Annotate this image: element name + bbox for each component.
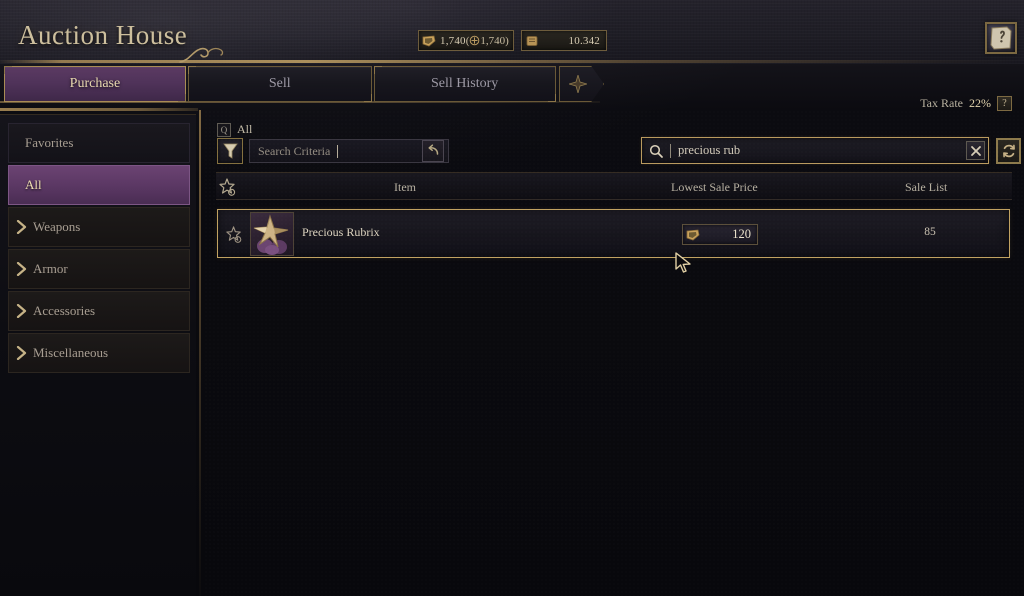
column-header-sale-list: Sale List — [905, 180, 948, 194]
sidebar-item-label: All — [25, 177, 42, 192]
star-add-icon[interactable] — [218, 177, 238, 197]
sidebar-item-label: Armor — [33, 261, 68, 276]
category-badge-icon: Q — [217, 122, 231, 137]
search-caret-divider — [670, 143, 671, 158]
main-tab-bar: Purchase Sell Sell History — [3, 66, 604, 102]
sidebar-item-label: Weapons — [33, 219, 81, 234]
undo-reset-icon[interactable] — [422, 140, 444, 162]
solar-amount: 1,740 — [440, 34, 466, 47]
solar-bound-amount: 1,740) — [480, 34, 509, 47]
auction-house-window: Auction House 1,740 ( 1,740) 10.342 Purc… — [0, 0, 1024, 596]
search-criteria-row: Search Criteria — [217, 138, 449, 164]
solar-currency-pill: 1,740 ( 1,740) — [418, 30, 514, 51]
search-row: precious rub — [641, 137, 1021, 164]
search-input-box[interactable]: precious rub — [641, 137, 989, 164]
shell-coin-icon — [422, 35, 436, 46]
gold-currency-pill: 10.342 — [521, 30, 607, 51]
diamond-star-ornament-icon — [568, 75, 587, 93]
funnel-filter-icon[interactable] — [217, 138, 243, 164]
tab-sell-label: Sell — [268, 76, 291, 91]
results-table-header: Item Lowest Sale Price Sale List — [216, 172, 1012, 200]
sidebar-divider — [199, 110, 201, 596]
tax-rate-info: Tax Rate 22% ? — [920, 96, 1012, 111]
sidebar-item-all[interactable]: All — [8, 165, 190, 205]
table-row[interactable]: Precious Rubrix 120 85 — [217, 209, 1010, 258]
help-book-icon[interactable] — [985, 22, 1017, 54]
star-add-icon[interactable] — [225, 225, 244, 244]
sidebar-item-favorites[interactable]: Favorites — [8, 123, 190, 163]
gold-pouch-icon — [526, 35, 538, 46]
tax-rate-label: Tax Rate — [920, 96, 963, 110]
search-criteria-placeholder: Search Criteria — [258, 143, 331, 158]
sidebar-item-weapons[interactable]: Weapons — [8, 207, 190, 247]
chevron-right-icon — [16, 346, 27, 360]
sidebar-item-label: Accessories — [33, 303, 96, 318]
breadcrumb: Q All — [217, 122, 252, 137]
sidebar-item-label: Favorites — [25, 135, 74, 150]
header-flourish-ornament — [179, 47, 224, 63]
tab-purchase[interactable]: Purchase — [3, 66, 186, 102]
search-input-value: precious rub — [678, 143, 741, 157]
breadcrumb-label: All — [237, 122, 253, 136]
page-title: Auction House — [18, 20, 188, 50]
tax-rate-value: 22% — [969, 96, 991, 110]
tab-bar-end-ornament — [558, 66, 604, 102]
lowest-sale-price-cell: 120 — [682, 224, 758, 245]
sidebar-item-accessories[interactable]: Accessories — [8, 291, 190, 331]
search-criteria-input[interactable]: Search Criteria — [249, 139, 449, 163]
close-x-icon[interactable] — [966, 141, 985, 160]
shell-coin-icon — [686, 229, 700, 240]
sidebar-top-rule — [0, 108, 198, 111]
sidebar-item-miscellaneous[interactable]: Miscellaneous — [8, 333, 190, 373]
chevron-right-icon — [16, 304, 27, 318]
chevron-right-icon — [16, 220, 27, 234]
magnifier-icon — [649, 144, 663, 158]
refresh-circular-arrows-icon[interactable] — [996, 137, 1021, 164]
text-caret — [337, 144, 339, 158]
tax-help-question-icon[interactable]: ? — [997, 96, 1012, 111]
tab-sell-history[interactable]: Sell History — [373, 66, 556, 102]
bound-currency-icon — [470, 35, 480, 46]
lowest-sale-price-value: 120 — [732, 227, 751, 241]
gold-amount: 10.342 — [568, 34, 600, 47]
category-sidebar: Favorites All Weapons Armor Accessories — [0, 114, 196, 596]
tab-sell[interactable]: Sell — [187, 66, 372, 102]
column-header-lowest-sale-price: Lowest Sale Price — [671, 180, 758, 194]
header-divider-rule — [0, 60, 1024, 63]
tab-purchase-label: Purchase — [69, 76, 121, 91]
sidebar-item-armor[interactable]: Armor — [8, 249, 190, 289]
chevron-right-icon — [16, 262, 27, 276]
mouse-cursor-icon — [675, 252, 691, 273]
precious-rubrix-gem-icon — [250, 212, 294, 256]
auction-main-panel: Q All Search Criteria precious rub Item … — [204, 110, 1024, 596]
tab-sell-history-label: Sell History — [430, 76, 499, 91]
item-name: Precious Rubrix — [302, 225, 380, 239]
sale-list-value: 85 — [924, 226, 936, 238]
column-header-item: Item — [394, 180, 416, 194]
solar-bound-group: ( 1,740) — [466, 35, 509, 47]
sidebar-item-label: Miscellaneous — [33, 345, 109, 360]
currency-bar: 1,740 ( 1,740) 10.342 — [418, 30, 607, 51]
